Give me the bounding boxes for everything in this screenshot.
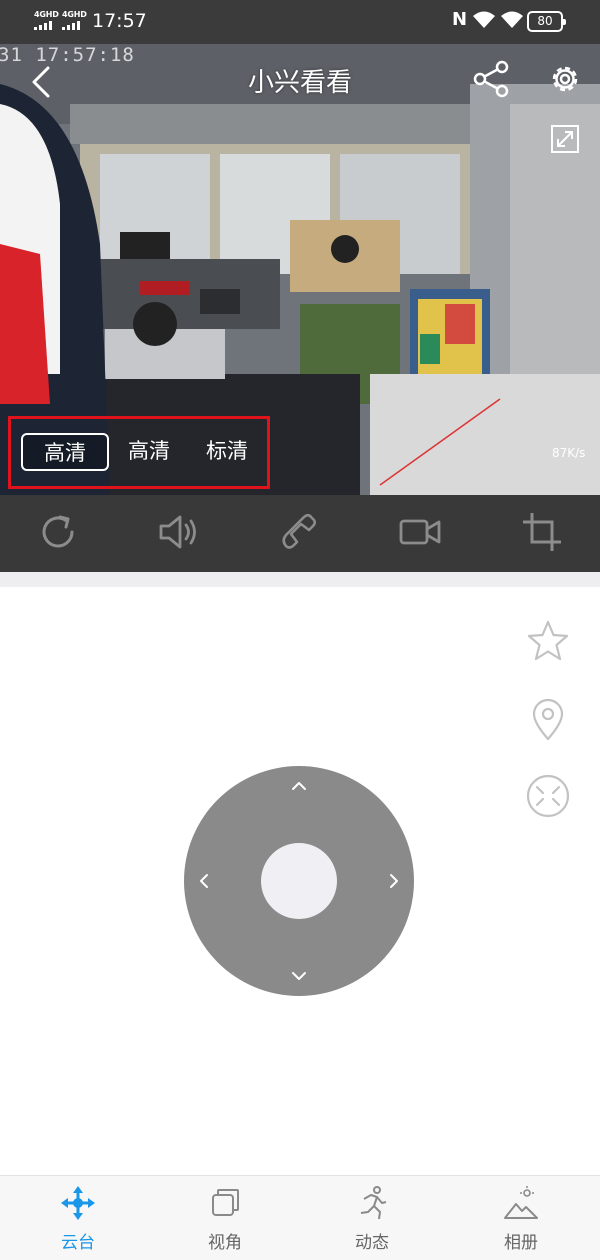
phone-icon[interactable] (277, 510, 321, 554)
video-record-icon[interactable] (398, 510, 442, 554)
settings-gear-icon[interactable] (546, 60, 584, 98)
nav-label: 云台 (61, 1233, 95, 1253)
ptz-move-icon (61, 1186, 95, 1220)
pan-down-arrow-icon[interactable] (287, 964, 311, 988)
nav-label: 视角 (208, 1233, 242, 1253)
ptz-control-panel (0, 587, 600, 1175)
wifi-icon (473, 11, 495, 28)
back-arrow-icon[interactable] (28, 64, 56, 100)
speaker-icon[interactable] (156, 510, 200, 554)
crop-icon[interactable] (520, 510, 564, 554)
network-speed: 87K/s (552, 446, 586, 460)
page-title: 小兴看看 (247, 68, 352, 98)
refresh-icon[interactable] (36, 510, 80, 554)
album-icon (504, 1186, 538, 1219)
status-time: 17:57 (92, 10, 147, 32)
wifi-icon (501, 11, 523, 28)
battery-indicator: 80 (527, 11, 566, 32)
nfc-icon: N (452, 9, 468, 30)
nav-tab-album[interactable]: 相册 (446, 1176, 596, 1260)
camera-live-view[interactable]: 31 17:57:18 小兴看看 高清 高清 标清 87K/s (0, 44, 600, 495)
share-icon[interactable] (472, 60, 510, 98)
nav-tab-motion[interactable]: 动态 (297, 1176, 447, 1260)
ptz-joystick[interactable] (184, 766, 414, 996)
pan-up-arrow-icon[interactable] (287, 774, 311, 798)
view-angle-icon (212, 1189, 239, 1216)
pan-right-arrow-icon[interactable] (382, 869, 406, 893)
bottom-navigation: 云台 视角 动态 相册 (0, 1175, 600, 1260)
running-person-icon (360, 1186, 387, 1220)
signal-bars-icon (34, 20, 60, 30)
nav-label: 相册 (504, 1233, 538, 1253)
pan-left-arrow-icon[interactable] (192, 869, 216, 893)
nav-tab-view-angle[interactable]: 视角 (150, 1176, 300, 1260)
quality-option-sd[interactable]: 标清 (187, 433, 267, 471)
quality-option-hd[interactable]: 高清 (109, 433, 189, 471)
location-pin-icon[interactable] (526, 697, 570, 741)
quality-selector-highlight: 高清 高清 标清 (8, 416, 270, 489)
fullscreen-icon[interactable] (550, 124, 580, 154)
app-screen: 4GHD 4GHD 17:57 N 80 31 17:57:18 小兴看看 高清… (0, 0, 600, 1260)
sim1-signal: 4GHD (34, 10, 62, 32)
status-bar: 4GHD 4GHD 17:57 N 80 (0, 0, 600, 44)
sim2-signal: 4GHD (62, 10, 90, 32)
quality-option-hd-selected[interactable]: 高清 (21, 433, 109, 471)
section-divider (0, 572, 600, 587)
camera-controls-bar (0, 495, 600, 572)
nav-tab-ptz[interactable]: 云台 (3, 1176, 153, 1260)
close-circle-icon[interactable] (526, 774, 570, 818)
nav-label: 动态 (355, 1233, 389, 1253)
signal-bars-icon (62, 20, 88, 30)
sim2-network-label: 4GHD (62, 10, 87, 19)
sim1-network-label: 4GHD (34, 10, 59, 19)
star-icon[interactable] (526, 619, 570, 663)
joystick-center-knob[interactable] (261, 843, 337, 919)
